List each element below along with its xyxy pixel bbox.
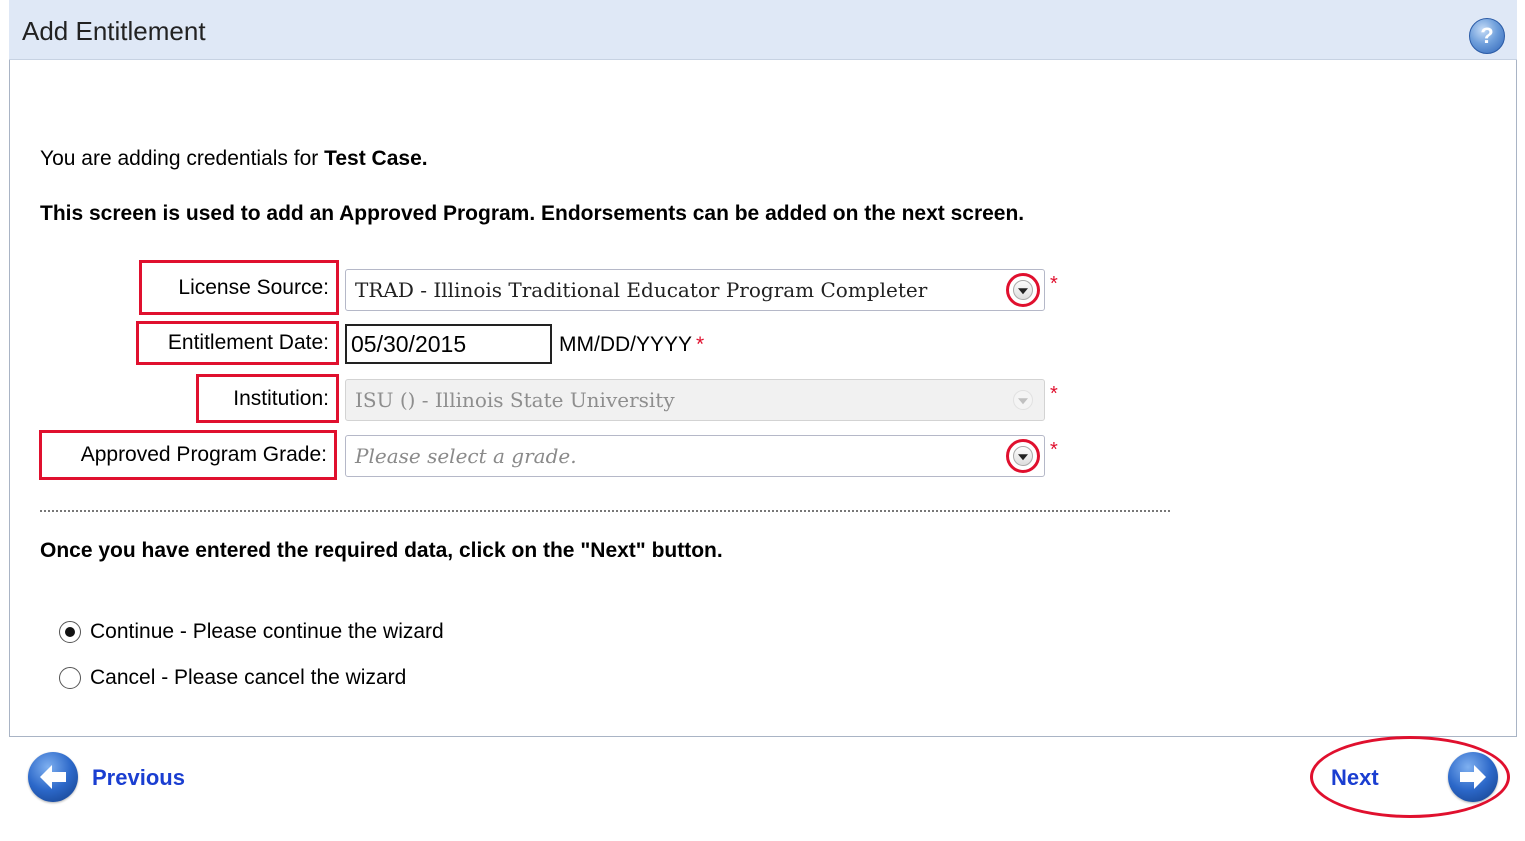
option-cancel[interactable]: Cancel - Please cancel the wizard [59,666,406,690]
institution-value: ISU () - Illinois State University [355,388,675,412]
institution-label-highlight: Institution: [196,374,339,423]
required-marker: * [1050,383,1058,405]
grade-placeholder: Please select a grade. [355,444,577,468]
date-format-hint: MM/DD/YYYY * [559,333,704,357]
panel-title: Add Entitlement [22,16,206,46]
license-source-label-highlight: License Source: [139,260,339,315]
license-source-select[interactable]: TRAD - Illinois Traditional Educator Pro… [345,269,1045,311]
purpose-text: This screen is used to add an Approved P… [40,202,1025,225]
license-source-value: TRAD - Illinois Traditional Educator Pro… [355,278,928,302]
radio-continue[interactable] [59,621,81,643]
license-source-dropdown-icon[interactable] [1006,273,1040,307]
previous-arrow-icon[interactable] [28,752,78,802]
radio-cancel[interactable] [59,667,81,689]
intro-name: Test Case. [324,147,428,170]
option-continue[interactable]: Continue - Please continue the wizard [59,620,444,644]
option-continue-label: Continue - Please continue the wizard [90,620,444,643]
entitlement-date-label: Entitlement Date: [167,331,329,354]
required-marker: * [1050,273,1058,295]
institution-select: ISU () - Illinois State University [345,379,1045,421]
previous-link[interactable]: Previous [92,765,185,791]
license-source-label: License Source: [178,275,329,299]
grade-select[interactable]: Please select a grade. [345,435,1045,477]
required-marker: * [696,333,705,356]
grade-label-highlight: Approved Program Grade: [39,430,337,480]
option-cancel-label: Cancel - Please cancel the wizard [90,666,407,689]
date-format-text: MM/DD/YYYY [559,333,693,356]
entitlement-date-input[interactable] [345,324,552,364]
panel-header: Add Entitlement ? [9,0,1517,60]
help-icon[interactable]: ? [1469,18,1505,54]
intro-prefix: You are adding credentials for [40,147,325,170]
divider [40,510,1170,512]
institution-dropdown-icon [1006,383,1040,417]
grade-label: Approved Program Grade: [80,443,327,466]
instruction-text: Once you have entered the required data,… [40,539,723,562]
intro-text: You are adding credentials for Test Case… [40,147,428,171]
next-button-highlight [1310,736,1510,818]
institution-label: Institution: [233,386,329,410]
required-marker: * [1050,439,1058,461]
entitlement-date-label-highlight: Entitlement Date: [136,321,339,365]
grade-dropdown-icon[interactable] [1006,439,1040,473]
